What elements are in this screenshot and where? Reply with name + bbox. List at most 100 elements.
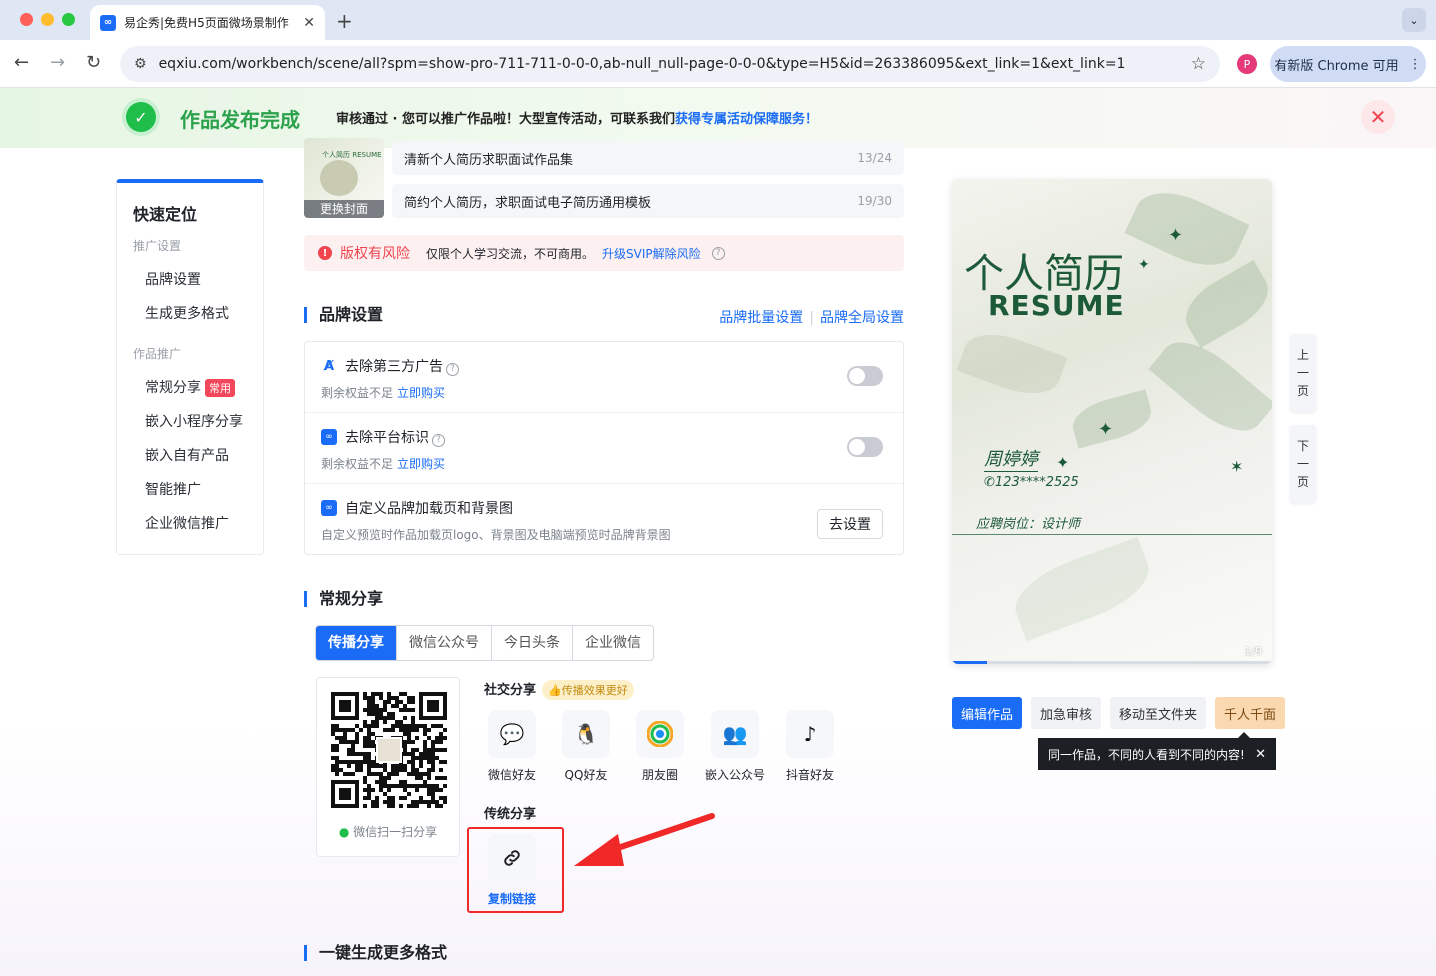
share-wechat-friend[interactable]: 💬 微信好友 [482, 710, 542, 783]
preview-name: 周婷婷 [984, 445, 1038, 472]
help-icon[interactable]: ? [432, 433, 445, 447]
address-bar[interactable]: ⚙ eqxiu.com/workbench/scene/all?spm=show… [120, 46, 1220, 82]
custom-brand-row: ∞ 自定义品牌加载页和背景图 自定义预览时作品加载页logo、背景图及电脑端预览… [305, 484, 903, 555]
work-title-value: 清新个人简历求职面试作品集 [404, 152, 574, 168]
remove-ads-icon: A̸ [321, 358, 337, 374]
urgent-review-button[interactable]: 加急审核 [1031, 697, 1102, 729]
share-douyin-friend[interactable]: ♪ 抖音好友 [780, 710, 840, 783]
remove-logo-row: ∞ 去除平台标识? 剩余权益不足 立即购买 [305, 413, 903, 484]
success-check-icon: ✓ [126, 102, 156, 132]
work-desc-count: 19/30 [857, 194, 892, 208]
update-label: 有新版 Chrome 可用 [1274, 58, 1399, 74]
reload-icon[interactable]: ↻ [86, 52, 101, 73]
douyin-icon: ♪ [786, 710, 834, 758]
tooltip-text: 同一作品，不同的人看到不同的内容! [1048, 747, 1245, 762]
buy-now-link[interactable]: 立即购买 [397, 457, 445, 471]
go-settings-button[interactable]: 去设置 [817, 509, 883, 539]
share-embed-official[interactable]: 👥 嵌入公众号 [705, 710, 765, 783]
banner-service-link[interactable]: 获得专属活动保障服务！ [675, 112, 818, 127]
tab-wecom[interactable]: 企业微信 [573, 626, 653, 660]
preview-phone: ✆123****2525 [984, 475, 1079, 490]
preview-actions: 编辑作品 加急审核 移动至文件夹 千人千面 [952, 697, 1286, 729]
profile-avatar[interactable]: P [1237, 54, 1257, 74]
tab-search-chevron-icon[interactable]: ⌄ [1402, 8, 1426, 32]
share-qq-friend[interactable]: 🐧 QQ好友 [556, 710, 616, 783]
quick-nav-item-brand-settings[interactable]: 品牌设置 [145, 269, 201, 289]
quick-nav-item-wecom-promo[interactable]: 企业微信推广 [145, 513, 229, 533]
minimize-window-button[interactable] [41, 13, 54, 26]
close-tooltip-icon[interactable]: ✕ [1255, 747, 1266, 762]
quick-nav-item-label: 常规分享 [145, 380, 201, 396]
share-moments[interactable]: 朋友圈 [630, 710, 690, 783]
social-share-title: 社交分享 👍传播效果更好 [484, 679, 634, 700]
sparkle-icon: ✦ [1056, 453, 1070, 472]
quick-nav-item-regular-share[interactable]: 常规分享 常用 [145, 377, 235, 397]
custom-brand-icon: ∞ [321, 500, 337, 516]
window-controls [20, 13, 75, 26]
work-desc-field[interactable]: 简约个人简历，求职面试电子简历通用模板 19/30 [392, 184, 904, 218]
qr-code-card: ● 微信扫一扫分享 [316, 677, 460, 857]
back-arrow-icon[interactable]: ← [14, 52, 29, 73]
quick-nav-item-more-formats[interactable]: 生成更多格式 [145, 303, 229, 323]
maximize-window-button[interactable] [62, 13, 75, 26]
share-section-title: 常规分享 [304, 591, 383, 607]
site-settings-icon[interactable]: ⚙ [134, 56, 147, 72]
remove-ads-toggle[interactable] [847, 366, 883, 386]
brand-batch-link[interactable]: 品牌批量设置 [719, 310, 803, 326]
tab-bar: ∞ 易企秀|免费H5页面微场景制作 ✕ + ⌄ [0, 0, 1436, 40]
work-preview[interactable]: 个人简历 RESUME ✦ ✦ ✦ ✦ ✶ 周婷婷 ✆123****2525 应… [952, 179, 1272, 664]
browser-tab[interactable]: ∞ 易企秀|免费H5页面微场景制作 ✕ [90, 5, 325, 40]
next-page-button[interactable]: 下 一 页 [1290, 425, 1316, 503]
share-tabs: 传播分享 微信公众号 今日头条 企业微信 [315, 625, 654, 661]
change-cover-button[interactable]: 更换封面 [304, 200, 384, 218]
remove-ads-title: 去除第三方广告? [345, 356, 459, 376]
close-tab-icon[interactable]: ✕ [303, 15, 315, 31]
sparkle-icon: ✦ [1138, 257, 1150, 273]
new-tab-icon[interactable]: + [336, 9, 353, 33]
brand-global-link[interactable]: 品牌全局设置 [820, 310, 904, 326]
help-icon[interactable]: ? [711, 246, 725, 260]
edit-work-button[interactable]: 编辑作品 [952, 697, 1023, 729]
quick-nav-title: 快速定位 [133, 205, 198, 224]
remove-logo-sub: 剩余权益不足 立即购买 [321, 457, 446, 471]
chrome-update-button[interactable]: 有新版 Chrome 可用 ⋮ [1270, 46, 1426, 82]
browser-toolbar: ← → ↻ ⚙ eqxiu.com/workbench/scene/all?sp… [0, 40, 1436, 88]
quick-nav-panel: 快速定位 推广设置 品牌设置 生成更多格式 作品推广 常规分享 常用 嵌入小程序分… [116, 179, 264, 555]
main-content: 快速定位 推广设置 品牌设置 生成更多格式 作品推广 常规分享 常用 嵌入小程序分… [0, 138, 1436, 976]
wechat-icon: ● [338, 825, 350, 839]
personalize-button[interactable]: 千人千面 [1215, 697, 1286, 729]
sparkle-icon: ✦ [1168, 225, 1184, 246]
tab-spread-share[interactable]: 传播分享 [316, 626, 397, 660]
move-to-folder-button[interactable]: 移动至文件夹 [1110, 697, 1207, 729]
tab-toutiao[interactable]: 今日头条 [492, 626, 573, 660]
publish-success-banner: ✓ 作品发布完成 审核通过 · 您可以推广作品啦！大型宣传活动，可联系我们获得专… [0, 88, 1436, 148]
moments-icon [636, 710, 684, 758]
brand-section-title: 品牌设置 [304, 307, 383, 323]
tab-wechat-official[interactable]: 微信公众号 [397, 626, 492, 660]
wechat-icon: 💬 [488, 710, 536, 758]
banner-close-icon[interactable]: ✕ [1361, 100, 1395, 134]
buy-now-link[interactable]: 立即购买 [397, 386, 445, 400]
more-formats-section-title: 一键生成更多格式 [304, 945, 447, 961]
cover-thumbnail[interactable]: 个人简历 RESUME 更换封面 [304, 138, 384, 218]
preview-page-indicator: 1/9 [1244, 645, 1262, 658]
remove-logo-title: 去除平台标识? [345, 427, 445, 447]
url-text[interactable]: eqxiu.com/workbench/scene/all?spm=show-p… [159, 56, 1179, 72]
quick-nav-item-embed-own[interactable]: 嵌入自有产品 [145, 445, 229, 465]
annotation-arrow-icon [574, 813, 715, 866]
forward-arrow-icon[interactable]: → [50, 52, 65, 73]
sparkle-icon: ✦ [1098, 419, 1114, 440]
help-icon[interactable]: ? [446, 362, 459, 376]
bookmark-star-icon[interactable]: ☆ [1191, 54, 1206, 74]
quick-nav-item-smart-promo[interactable]: 智能推广 [145, 479, 201, 499]
prev-page-button[interactable]: 上 一 页 [1290, 334, 1316, 412]
browser-chrome: ∞ 易企秀|免费H5页面微场景制作 ✕ + ⌄ ← → ↻ ⚙ eqxiu.co… [0, 0, 1436, 88]
preview-title-en: RESUME [988, 289, 1125, 322]
work-title-field[interactable]: 清新个人简历求职面试作品集 13/24 [392, 141, 904, 175]
custom-brand-sub: 自定义预览时作品加载页logo、背景图及电脑端预览时品牌背景图 [321, 528, 671, 542]
remove-logo-toggle[interactable] [847, 437, 883, 457]
close-window-button[interactable] [20, 13, 33, 26]
upgrade-svip-link[interactable]: 升级SVIP解除风险 [602, 245, 701, 262]
copyright-risk-bar: ! 版权有风险 仅限个人学习交流，不可商用。 升级SVIP解除风险 ? [304, 235, 904, 271]
quick-nav-item-miniprogram[interactable]: 嵌入小程序分享 [145, 411, 243, 431]
